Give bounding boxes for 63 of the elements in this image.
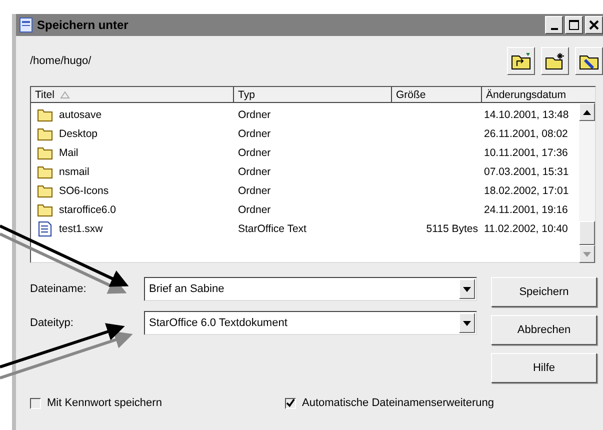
table-cell: Ordner <box>238 184 271 196</box>
close-button[interactable] <box>585 16 603 34</box>
file-name[interactable]: staroffice6.0 <box>59 204 116 216</box>
table-cell: 11.02.2002, 10:40 <box>484 222 568 234</box>
checkbox[interactable] <box>285 398 296 408</box>
column-header[interactable]: Größe <box>392 87 482 102</box>
column-header[interactable]: Titel <box>31 87 234 102</box>
field-label: Dateiname: <box>30 283 88 295</box>
table-cell: 24.11.2001, 19:16 <box>484 204 568 216</box>
column-header[interactable]: Änderungsdatum <box>482 87 595 102</box>
window-title: Speichern unter <box>37 18 130 32</box>
table-cell: Ordner <box>238 128 271 140</box>
checkbox[interactable] <box>30 398 41 408</box>
field-label: Dateityp: <box>30 317 74 329</box>
document-icon <box>37 220 53 236</box>
dialog-button[interactable]: Hilfe <box>491 353 597 383</box>
close-icon <box>588 19 600 31</box>
folder-icon <box>37 202 53 218</box>
table-cell: Ordner <box>238 146 271 158</box>
column-header[interactable]: Typ <box>234 87 392 102</box>
checkbox-label[interactable]: Mit Kennwort speichern <box>47 397 162 409</box>
folder-icon <box>37 182 53 198</box>
dialog-button[interactable]: Speichern <box>491 277 597 307</box>
file-name[interactable]: Mail <box>59 146 78 158</box>
sort-icon <box>60 90 70 98</box>
table-cell: 07.03.2001, 15:31 <box>484 166 569 178</box>
folder-edit-icon[interactable] <box>575 47 603 75</box>
file-name[interactable]: autosave <box>59 108 102 120</box>
table-cell: StarOffice Text <box>238 222 306 234</box>
table-cell: Ordner <box>238 204 271 216</box>
table-cell: Ordner <box>238 166 271 178</box>
folder-icon <box>37 126 53 142</box>
dropdown-icon[interactable] <box>463 286 471 292</box>
scroll-down-icon <box>583 252 591 256</box>
dialog-button[interactable]: Abbrechen <box>491 315 597 345</box>
folder-path: /home/hugo/ <box>30 55 92 67</box>
folder-icon <box>37 106 53 122</box>
folder-up-icon[interactable] <box>507 47 535 75</box>
maximize-icon <box>568 19 580 31</box>
minimize-button[interactable] <box>545 16 563 34</box>
maximize-button[interactable] <box>565 16 583 34</box>
new-folder-icon[interactable] <box>541 47 569 75</box>
scroll-thumb[interactable] <box>579 221 595 245</box>
table-cell: Ordner <box>238 108 271 120</box>
table-cell: 14.10.2001, 13:48 <box>484 108 569 120</box>
combo-box[interactable]: Brief an Sabine <box>144 277 477 301</box>
table-cell: 10.11.2001, 17:36 <box>484 146 568 158</box>
scroll-up-icon <box>583 110 591 114</box>
table-cell: 26.11.2001, 08:02 <box>484 128 568 140</box>
table-cell: 5115 Bytes <box>426 222 478 234</box>
document-icon <box>19 17 33 33</box>
scrollbar[interactable] <box>579 103 595 263</box>
table-cell: 18.02.2002, 17:01 <box>484 184 569 196</box>
folder-icon <box>37 164 53 180</box>
file-name[interactable]: Desktop <box>59 128 98 140</box>
dropdown-icon[interactable] <box>463 320 471 326</box>
checkbox-label[interactable]: Automatische Dateinamenserweiterung <box>302 397 494 409</box>
file-name[interactable]: test1.sxw <box>59 222 103 234</box>
file-name[interactable]: nsmail <box>59 166 90 178</box>
combo-box[interactable]: StarOffice 6.0 Textdokument <box>144 311 477 335</box>
minimize-icon <box>550 28 558 30</box>
folder-icon <box>37 144 53 160</box>
file-name[interactable]: SO6-Icons <box>59 184 109 196</box>
